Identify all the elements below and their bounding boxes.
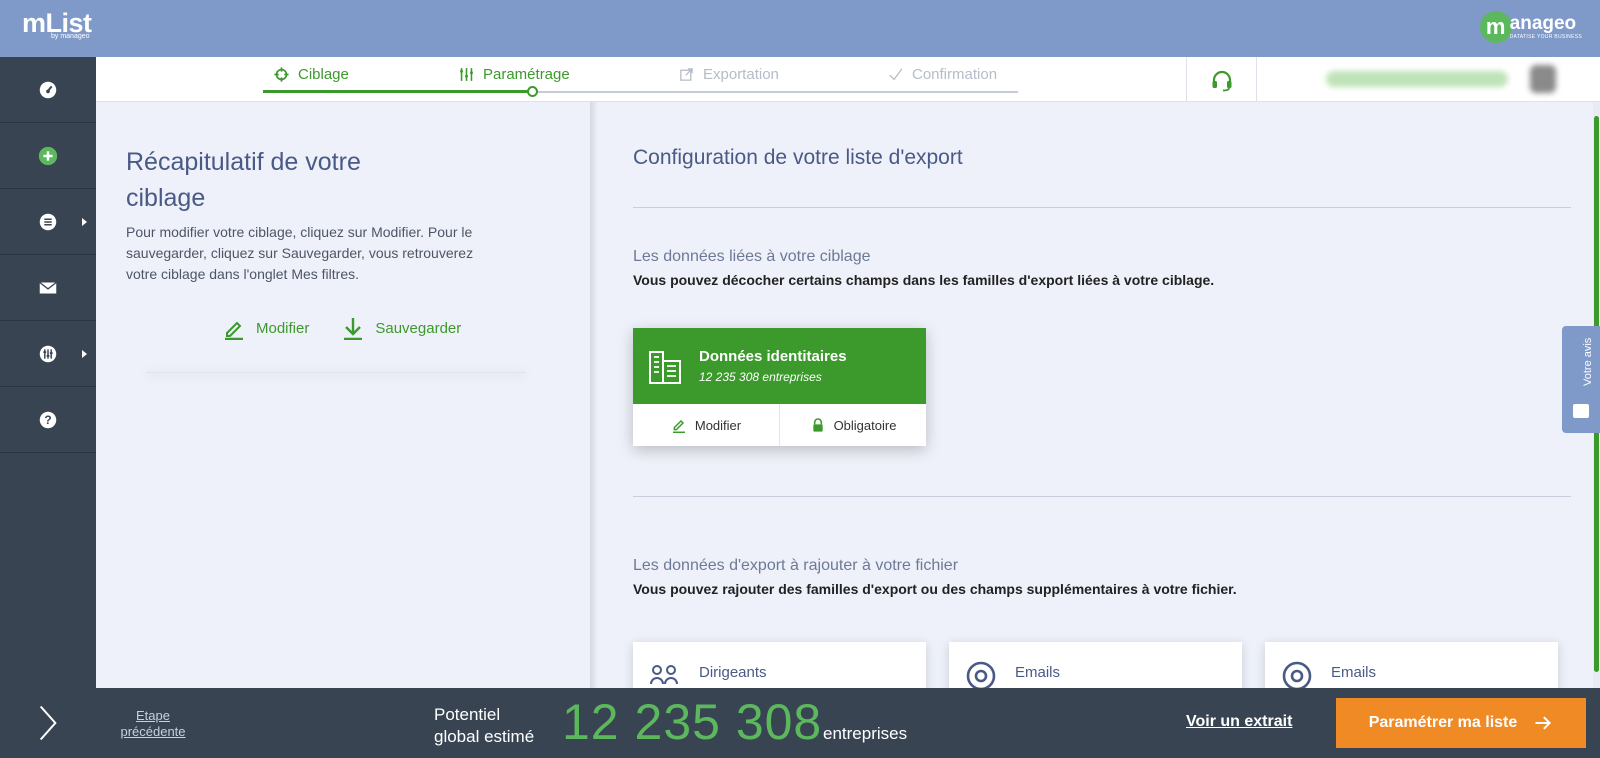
- step-label: Exportation: [703, 66, 779, 83]
- modify-targeting-button[interactable]: Modifier: [222, 316, 309, 340]
- card-label: Dirigeants: [699, 664, 767, 681]
- mlist-logo[interactable]: mList by manageo: [22, 10, 92, 41]
- list-icon: [39, 213, 57, 230]
- manageo-logo: m anageo DATATISE YOUR BUSINESS: [1479, 11, 1582, 43]
- step-progress: [263, 90, 532, 93]
- step-current-marker: [527, 86, 538, 97]
- section-title: Les données liées à votre ciblage: [633, 248, 871, 265]
- arrow-right-icon: [1535, 716, 1552, 730]
- dashboard-icon: [39, 81, 57, 98]
- settings-icon: [39, 345, 57, 362]
- export-icon: [680, 68, 693, 81]
- step-label: Ciblage: [298, 66, 349, 83]
- pencil-icon: [225, 321, 243, 340]
- svg-text:?: ?: [44, 413, 51, 427]
- brand-name: anageo: [1509, 13, 1577, 34]
- identity-data-card: Données identitaires 12 235 308 entrepri…: [633, 328, 926, 446]
- user-email[interactable]: [1326, 71, 1508, 87]
- chevron-right-icon: [39, 705, 57, 741]
- potential-value: 12 235 308: [562, 694, 823, 750]
- smiley-icon: [1573, 404, 1589, 418]
- sidebar-expand-button[interactable]: [0, 688, 96, 758]
- step-confirmation: Confirmation: [887, 66, 997, 83]
- add-icon: [38, 146, 58, 165]
- sidebar-item-add[interactable]: [0, 123, 96, 189]
- modify-identity-button[interactable]: Modifier: [633, 404, 779, 446]
- section-subtitle: Vous pouvez décocher certains champs dan…: [633, 272, 1215, 288]
- headset-icon[interactable]: [1210, 68, 1234, 92]
- lock-icon: [812, 418, 823, 432]
- card-label: Emails: [1331, 664, 1377, 681]
- page-title: Configuration de votre liste d'export: [633, 146, 963, 169]
- step-exportation: Exportation: [678, 66, 779, 83]
- sidebar-item-dashboard[interactable]: [0, 57, 96, 123]
- top-bar: mList by manageo m anageo DATATISE YOUR …: [0, 0, 1600, 57]
- cta-label: Paramétrer ma liste: [1368, 714, 1518, 731]
- configure-list-button[interactable]: Paramétrer ma liste: [1336, 698, 1586, 748]
- export-family-card-dirigeants[interactable]: Dirigeants: [633, 642, 926, 688]
- save-targeting-button[interactable]: Sauvegarder: [341, 316, 461, 340]
- target-icon: [274, 67, 289, 82]
- card-label: Emails: [1015, 664, 1061, 681]
- avatar[interactable]: [1530, 65, 1556, 93]
- export-family-card-emails[interactable]: Emails: [1265, 642, 1558, 688]
- sidebar-item-settings[interactable]: [0, 321, 96, 387]
- modify-label: Modifier: [256, 319, 310, 337]
- feedback-tab[interactable]: Votre avis: [1562, 326, 1600, 433]
- sidebar-item-mail[interactable]: [0, 255, 96, 321]
- summary-divider: [146, 372, 526, 373]
- mandatory-badge: Obligatoire: [779, 404, 926, 446]
- modify-label: Modifier: [694, 417, 742, 433]
- sidebar-item-help[interactable]: ?: [0, 387, 96, 453]
- card-title: Données identitaires: [699, 348, 847, 365]
- section-subtitle: Vous pouvez rajouter des familles d'expo…: [633, 581, 1237, 597]
- people-icon: [650, 665, 678, 685]
- sliders-icon: [460, 68, 473, 81]
- feedback-label: Votre avis: [1582, 337, 1594, 386]
- pencil-icon: [672, 419, 685, 433]
- mandatory-label: Obligatoire: [833, 417, 897, 433]
- export-config-panel: Configuration de votre liste d'export Le…: [598, 102, 1588, 688]
- targeting-summary-panel: Récapitulatif de votre ciblage Pour modi…: [96, 102, 594, 688]
- brand-tagline: DATATISE YOUR BUSINESS: [1509, 34, 1582, 40]
- step-label: Paramétrage: [483, 66, 570, 83]
- export-family-card-emails[interactable]: Emails: [949, 642, 1242, 688]
- previous-step-link[interactable]: Etape précédente: [118, 708, 188, 740]
- at-icon: [966, 661, 996, 688]
- step-parametrage[interactable]: Paramétrage: [458, 66, 570, 83]
- brand-initial: m: [1479, 11, 1512, 43]
- submenu-arrow-icon: [82, 218, 87, 226]
- help-icon: ?: [39, 411, 57, 428]
- sidebar-item-lists[interactable]: [0, 189, 96, 255]
- step-ciblage[interactable]: Ciblage: [273, 66, 349, 83]
- step-label: Confirmation: [912, 66, 998, 83]
- submenu-arrow-icon: [82, 350, 87, 358]
- sidebar: ?: [0, 57, 96, 758]
- save-label: Sauvegarder: [375, 319, 462, 337]
- view-sample-link[interactable]: Voir un extrait: [1186, 713, 1292, 731]
- download-icon: [344, 318, 363, 340]
- potential-unit: entreprises: [823, 724, 908, 743]
- section-title: Les données d'export à rajouter à votre …: [633, 557, 959, 574]
- building-icon: [649, 351, 681, 384]
- step-header: Ciblage Paramétrage Exportation Confirma…: [96, 57, 1600, 102]
- summary-description: Pour modifier votre ciblage, cliquez sur…: [126, 224, 474, 282]
- at-icon: [1282, 661, 1312, 688]
- potential-label: Potentiel global estimé: [434, 705, 535, 746]
- check-icon: [889, 68, 903, 81]
- footer-bar: Etape précédente Potentiel global estimé…: [96, 688, 1600, 758]
- card-count: 12 235 308 entreprises: [699, 370, 822, 384]
- mail-icon: [39, 281, 57, 293]
- divider: [633, 496, 1571, 497]
- divider: [633, 207, 1571, 208]
- summary-title: Récapitulatif de votre ciblage: [126, 148, 361, 212]
